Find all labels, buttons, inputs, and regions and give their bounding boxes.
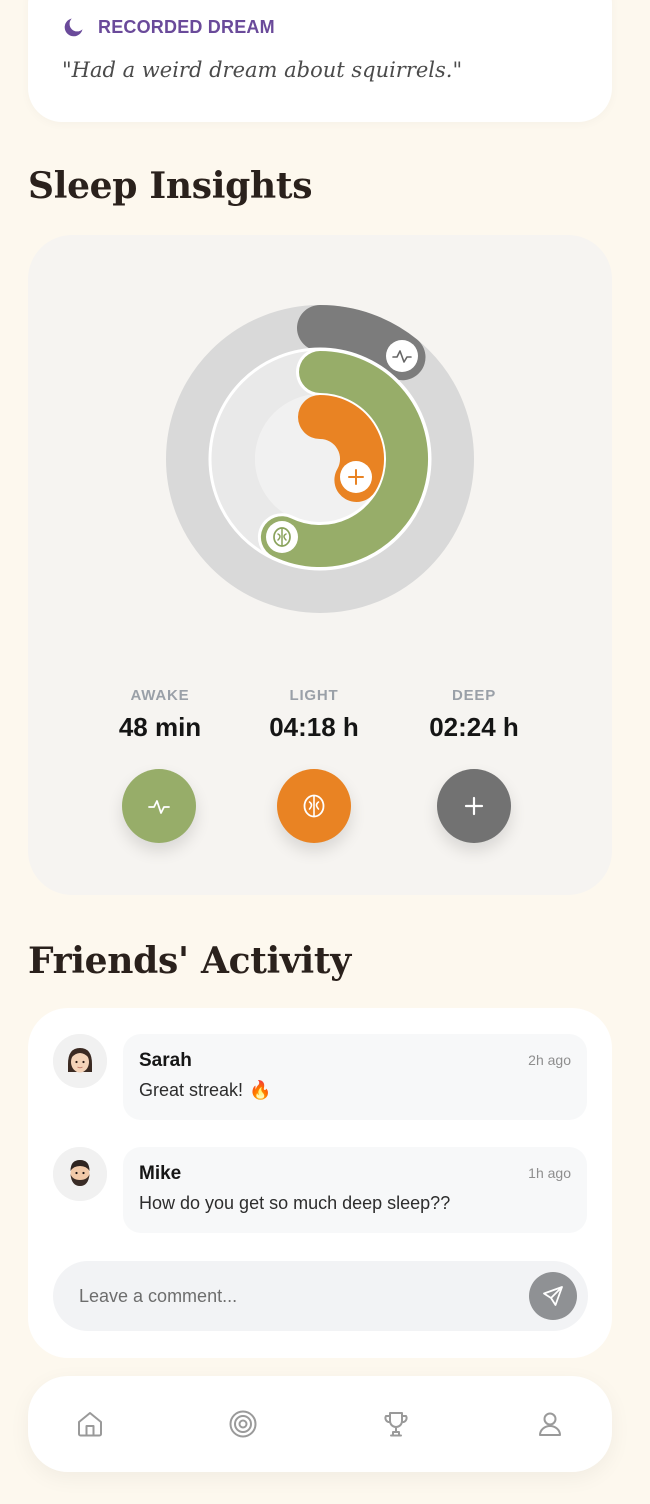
awake-button[interactable] [122,769,196,843]
trophy-icon [380,1408,412,1440]
moon-icon [62,15,86,39]
dream-label: RECORDED DREAM [98,16,275,37]
friends-activity-title: Friends' Activity [28,940,351,982]
user-icon [534,1408,566,1440]
stat-light: LIGHT 04:18 h [234,687,394,743]
fire-emoji: 🔥 [249,1080,272,1100]
nav-home[interactable] [70,1404,110,1444]
sleep-insights-card: AWAKE 48 min LIGHT 04:18 h DEEP 02:24 h [28,235,612,895]
comment-text: Great streak! 🔥 [139,1080,271,1101]
nav-achievements[interactable] [376,1404,416,1444]
stat-label: LIGHT [289,687,339,704]
comment-text: How do you get so much deep sleep?? [139,1193,451,1213]
target-icon [227,1408,259,1440]
comment-item: Sarah 2h ago Great streak! 🔥 [53,1034,588,1122]
bearded-man-avatar-icon[interactable] [53,1147,107,1201]
comment-author: Mike [139,1163,182,1184]
activity-icon [386,340,418,372]
comment-time: 2h ago [528,1052,571,1068]
nav-profile[interactable] [530,1404,570,1444]
send-button[interactable] [529,1272,577,1320]
stat-deep: DEEP 02:24 h [394,687,554,743]
stat-value: 48 min [118,712,202,742]
brain-icon [266,521,298,553]
page: RECORDED DREAM "Had a weird dream about … [0,0,650,1504]
stat-value: 04:18 h [269,712,359,742]
dream-quote: "Had a weird dream about squirrels." [62,58,463,82]
nav-goals[interactable] [223,1404,263,1444]
woman-avatar-icon[interactable] [53,1034,107,1088]
plus-icon [340,461,372,493]
stat-label: DEEP [451,687,497,704]
sleep-rings-chart [166,305,474,613]
deep-button[interactable] [437,769,511,843]
bottom-nav [28,1376,612,1472]
home-icon [74,1408,106,1440]
stat-label: AWAKE [130,687,190,704]
stat-awake: AWAKE 48 min [80,687,240,743]
plus-icon [460,792,488,820]
comment-author: Sarah [139,1050,192,1071]
dream-header: RECORDED DREAM [62,14,275,40]
comment-bubble: Mike 1h ago How do you get so much deep … [123,1147,587,1233]
stat-value: 02:24 h [429,712,519,742]
comment-item: Mike 1h ago How do you get so much deep … [53,1147,588,1235]
sleep-stats: AWAKE 48 min LIGHT 04:18 h DEEP 02:24 h [28,687,612,847]
comment-input-bar [53,1261,588,1331]
comment-bubble: Sarah 2h ago Great streak! 🔥 [123,1034,587,1120]
comment-text-body: Great streak! [139,1080,244,1100]
comment-input[interactable] [79,1261,499,1331]
brain-icon [300,792,328,820]
comment-time: 1h ago [528,1165,571,1181]
light-button[interactable] [277,769,351,843]
sleep-insights-title: Sleep Insights [28,165,313,207]
activity-icon [145,792,173,820]
send-icon [541,1284,565,1308]
friends-activity-card: Sarah 2h ago Great streak! 🔥 Mike 1h ago… [28,1008,612,1358]
